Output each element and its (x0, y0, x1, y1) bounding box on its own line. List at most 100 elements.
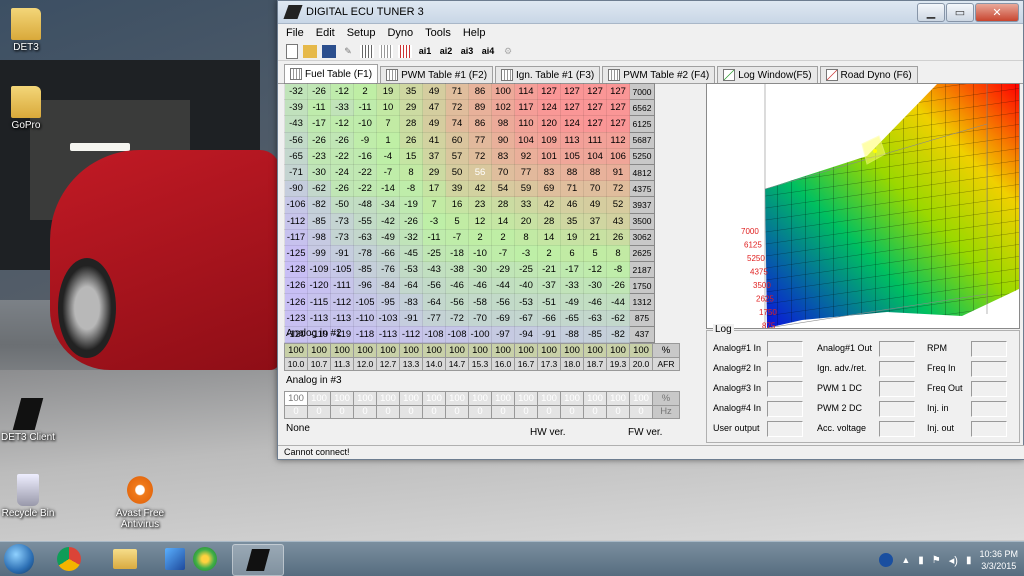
fuel-cell[interactable]: 86 (468, 115, 492, 133)
ai2-button[interactable]: ai2 (438, 45, 454, 58)
fuel-cell[interactable]: -18 (445, 244, 469, 263)
fuel-cell[interactable]: -113 (330, 309, 354, 327)
analog3-cell[interactable]: 0 (468, 404, 492, 419)
fuel-cell[interactable]: -85 (583, 325, 607, 344)
analog3-cell[interactable]: 0 (491, 404, 515, 419)
fuel-cell[interactable]: -26 (307, 131, 331, 149)
fuel-cell[interactable]: 46 (560, 196, 584, 214)
fuel-cell[interactable]: 127 (537, 82, 561, 101)
fuel-cell[interactable]: 70 (583, 180, 607, 198)
analog2-cell[interactable]: 16.0 (491, 356, 515, 371)
fuel-cell[interactable]: -11 (307, 99, 331, 117)
ai3-button[interactable]: ai3 (459, 45, 475, 58)
fuel-cell[interactable]: -123 (284, 309, 308, 327)
fuel-cell[interactable]: -117 (284, 228, 308, 246)
analog2-cell[interactable]: 100 (629, 343, 653, 358)
fuel-cell[interactable]: 127 (606, 99, 630, 117)
fuel-cell[interactable]: -77 (422, 309, 446, 327)
analog3-cell[interactable]: 0 (560, 404, 584, 419)
analog2-cell[interactable]: 18.0 (560, 356, 584, 371)
new-file-icon[interactable] (286, 43, 298, 59)
analog3-cell[interactable]: 100 (491, 391, 515, 406)
fuel-cell[interactable]: -48 (353, 196, 377, 214)
fuel-cell[interactable]: 2 (353, 82, 377, 101)
fuel-cell[interactable]: 43 (606, 212, 630, 230)
fuel-cell[interactable]: 19 (560, 228, 584, 246)
fuel-cell[interactable]: 86 (468, 82, 492, 101)
fuel-cell[interactable]: -70 (468, 309, 492, 327)
fuel-cell[interactable]: -7 (445, 228, 469, 246)
fuel-cell[interactable]: -44 (491, 277, 515, 295)
fuel-cell[interactable]: 23 (468, 196, 492, 214)
fuel-cell[interactable]: -37 (537, 277, 561, 295)
fuel-cell[interactable]: 112 (606, 131, 630, 149)
fuel-cell[interactable]: 2 (537, 244, 561, 263)
fuel-cell[interactable]: -4 (376, 147, 400, 165)
desktop-icon-gopro[interactable]: GoPro (0, 86, 66, 131)
analog2-cell[interactable]: 100 (307, 343, 331, 358)
fuel-cell[interactable]: 91 (606, 163, 630, 182)
fuel-cell[interactable]: 83 (491, 147, 515, 165)
fuel-cell[interactable]: 104 (514, 131, 538, 149)
fuel-cell[interactable]: 28 (399, 115, 423, 133)
fuel-cell[interactable]: 100 (491, 82, 515, 101)
fuel-cell[interactable]: -99 (307, 244, 331, 263)
fuel-cell[interactable]: -108 (422, 325, 446, 344)
fuel-cell[interactable]: -10 (353, 115, 377, 133)
fuel-cell[interactable]: 8 (606, 244, 630, 263)
fuel-cell[interactable]: -26 (330, 131, 354, 149)
fuel-cell[interactable]: 12 (468, 212, 492, 230)
grid-icon[interactable] (379, 44, 393, 58)
fuel-cell[interactable]: -65 (284, 147, 308, 165)
fuel-cell[interactable]: 88 (560, 163, 584, 182)
fuel-cell[interactable]: 5 (445, 212, 469, 230)
analog3-cell[interactable]: 100 (606, 391, 630, 406)
fuel-cell[interactable]: 37 (422, 147, 446, 165)
fuel-cell[interactable]: -108 (445, 325, 469, 344)
fuel-cell[interactable]: -53 (399, 261, 423, 279)
flag-icon[interactable]: ⚑ (932, 555, 941, 566)
fuel-cell[interactable]: -85 (353, 261, 377, 279)
desktop-icon-det3-client[interactable]: DET3 Client (0, 398, 68, 443)
analog2-cell[interactable]: 12.7 (376, 356, 400, 371)
fuel-cell[interactable]: 2 (468, 228, 492, 246)
show-hidden-icon[interactable]: ▲ (901, 555, 910, 565)
fuel-cell[interactable]: -56 (422, 277, 446, 295)
fuel-cell[interactable]: 33 (514, 196, 538, 214)
fuel-cell[interactable]: 105 (560, 147, 584, 165)
fuel-cell[interactable]: 8 (399, 163, 423, 182)
fuel-cell[interactable]: -73 (330, 228, 354, 246)
fuel-cell[interactable]: -112 (399, 325, 423, 344)
fuel-cell[interactable]: 114 (514, 82, 538, 101)
fuel-cell[interactable]: 127 (583, 99, 607, 117)
analog3-cell[interactable]: 100 (376, 391, 400, 406)
fuel-cell[interactable]: 49 (583, 196, 607, 214)
close-button[interactable]: ✕ (975, 2, 1019, 22)
fuel-cell[interactable]: 21 (583, 228, 607, 246)
fuel-cell[interactable]: -34 (376, 196, 400, 214)
fuel-cell[interactable]: -11 (422, 228, 446, 246)
fuel-cell[interactable]: -58 (468, 293, 492, 311)
analog2-cell[interactable]: 17.3 (537, 356, 561, 371)
fuel-cell[interactable]: -126 (284, 293, 308, 311)
analog3-cell[interactable]: 100 (399, 391, 423, 406)
fuel-cell[interactable]: 72 (468, 147, 492, 165)
fuel-cell[interactable]: 57 (445, 147, 469, 165)
fuel-cell[interactable]: 124 (560, 115, 584, 133)
fuel-cell[interactable]: -94 (514, 325, 538, 344)
fuel-cell[interactable]: -64 (399, 277, 423, 295)
fuel-cell[interactable]: 117 (514, 99, 538, 117)
analog2-cell[interactable]: 14.7 (445, 356, 469, 371)
fuel-cell[interactable]: -26 (330, 180, 354, 198)
analog2-cell[interactable]: 100 (468, 343, 492, 358)
fuel-cell[interactable]: -76 (376, 261, 400, 279)
fuel-cell[interactable]: 92 (514, 147, 538, 165)
open-folder-icon[interactable] (303, 44, 317, 58)
fuel-cell[interactable]: 54 (491, 180, 515, 198)
fuel-cell[interactable]: -96 (353, 277, 377, 295)
table-icon[interactable] (360, 44, 374, 58)
analog2-cell[interactable]: 100 (376, 343, 400, 358)
fuel-cell[interactable]: -12 (330, 82, 354, 101)
analog2-cell[interactable]: 19.3 (606, 356, 630, 371)
fuel-cell[interactable]: 14 (491, 212, 515, 230)
